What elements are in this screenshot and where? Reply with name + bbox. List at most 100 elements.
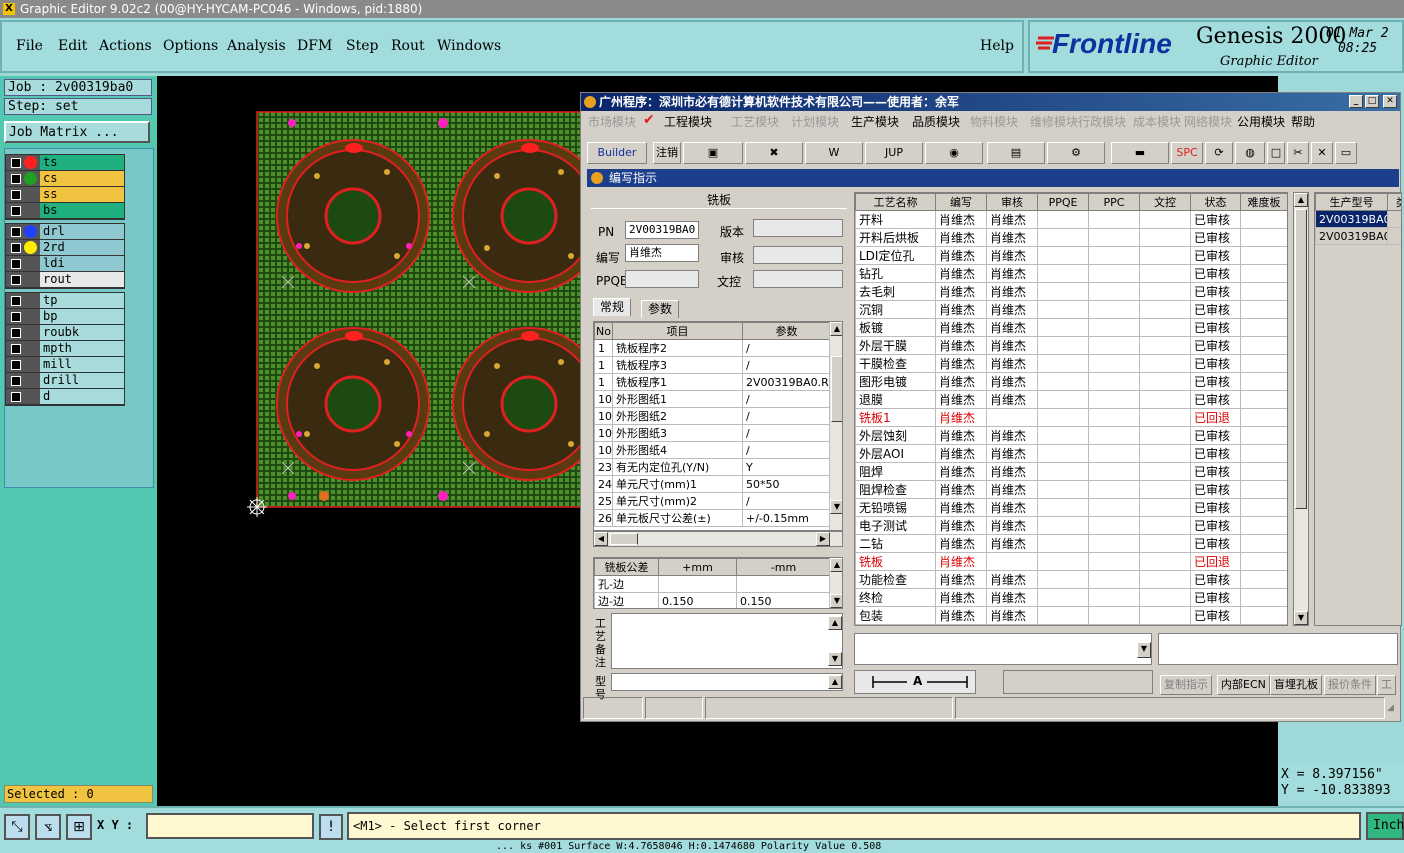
process-cell[interactable] — [1139, 624, 1191, 625]
menu-options[interactable]: Options — [163, 38, 218, 54]
param-row[interactable]: 10 外形图纸1/ — [594, 390, 831, 408]
layer-name[interactable]: tp — [40, 293, 124, 308]
version-field[interactable] — [753, 219, 843, 237]
process-cell[interactable]: 功能检查 — [855, 570, 936, 589]
process-cell[interactable]: 已审核 — [1190, 606, 1241, 625]
param-row[interactable]: 10 外形图纸2/ — [594, 407, 831, 425]
proc-header-name[interactable]: 工艺名称 — [855, 193, 936, 211]
process-cell[interactable]: 成品仓 — [855, 624, 936, 625]
process-cell[interactable] — [1240, 228, 1287, 247]
process-cell[interactable] — [1088, 210, 1140, 229]
model-type-cell[interactable] — [1387, 210, 1401, 228]
process-cell[interactable]: 肖维杰 — [935, 336, 987, 355]
layer-row-roubk[interactable]: roubk — [6, 325, 124, 341]
layer-checkbox[interactable] — [11, 274, 21, 285]
layer-checkbox[interactable] — [11, 242, 21, 253]
process-cell[interactable] — [1088, 498, 1140, 517]
proc-header-ppc[interactable]: PPC — [1088, 193, 1140, 211]
module-12[interactable]: 帮助 — [1291, 113, 1315, 130]
layer-name[interactable]: bs — [40, 203, 124, 218]
process-cell[interactable]: 肖维杰 — [935, 588, 987, 607]
process-cell[interactable] — [1139, 300, 1191, 319]
process-cell[interactable] — [1240, 624, 1287, 625]
proc-header-review[interactable]: 审核 — [986, 193, 1038, 211]
process-cell[interactable]: 外层蚀刻 — [855, 426, 936, 445]
process-cell[interactable]: 肖维杰 — [986, 354, 1038, 373]
process-cell[interactable]: 钻孔 — [855, 264, 936, 283]
process-cell[interactable] — [1037, 390, 1089, 409]
process-cell[interactable]: 板镀 — [855, 318, 936, 337]
process-cell[interactable] — [1088, 426, 1140, 445]
process-cell[interactable]: 阻焊 — [855, 462, 936, 481]
layer-row-drl[interactable]: drl — [6, 224, 124, 240]
tol-row[interactable]: 边-边 0.150 0.150 — [594, 592, 831, 608]
process-cell[interactable] — [1240, 498, 1287, 517]
process-cell[interactable] — [1240, 534, 1287, 553]
process-cell[interactable]: 已回退 — [1190, 552, 1241, 571]
process-cell[interactable]: 已审核 — [1190, 246, 1241, 265]
param-cell[interactable]: 26 — [594, 509, 613, 527]
param-cell[interactable]: 外形图纸3 — [612, 424, 743, 442]
process-cell[interactable] — [1088, 390, 1140, 409]
params-hscroll[interactable]: ◀ ▶ — [593, 531, 843, 547]
process-cell[interactable]: 已审核 — [1190, 228, 1241, 247]
job-matrix-button[interactable]: Job Matrix ... — [4, 121, 150, 143]
delete-icon[interactable]: ✕ — [1311, 142, 1333, 164]
process-cell[interactable] — [1037, 426, 1089, 445]
process-cell[interactable] — [1037, 228, 1089, 247]
menu-step[interactable]: Step — [346, 38, 378, 54]
process-cell[interactable] — [1139, 534, 1191, 553]
param-cell[interactable]: 25 — [594, 492, 613, 510]
process-cell[interactable]: 肖维杰 — [986, 606, 1038, 625]
logout-button[interactable]: 注销 — [653, 142, 681, 164]
process-cell[interactable]: 肖维杰 — [986, 624, 1038, 625]
process-cell[interactable]: 肖维杰 — [986, 498, 1038, 517]
layer-checkbox[interactable] — [11, 359, 21, 370]
xy-input[interactable] — [146, 813, 314, 839]
process-cell[interactable] — [1088, 570, 1140, 589]
process-cell[interactable]: 肖维杰 — [935, 264, 987, 283]
scroll-right-icon[interactable]: ▶ — [816, 532, 830, 546]
process-cell[interactable]: 去毛刺 — [855, 282, 936, 301]
printer-icon[interactable]: ▬ — [1111, 142, 1169, 164]
layer-name[interactable]: drill — [40, 373, 124, 388]
process-cell[interactable] — [1037, 516, 1089, 535]
process-cell[interactable]: 已审核 — [1190, 426, 1241, 445]
process-row[interactable]: 去毛刺 肖维杰 肖维杰 已审核 — [855, 282, 1287, 301]
process-cell[interactable]: 肖维杰 — [986, 336, 1038, 355]
process-row[interactable]: 功能检查 肖维杰 肖维杰 已审核 — [855, 570, 1287, 589]
tol-cell[interactable] — [658, 575, 737, 593]
combo-field[interactable]: ▼ — [854, 633, 1152, 665]
process-row[interactable]: 外层干膜 肖维杰 肖维杰 已审核 — [855, 336, 1287, 355]
units-button[interactable]: Inch — [1366, 812, 1404, 840]
process-cell[interactable] — [1037, 336, 1089, 355]
process-cell[interactable] — [1088, 480, 1140, 499]
tol-cell[interactable] — [736, 575, 831, 593]
process-cell[interactable]: 肖维杰 — [935, 624, 987, 625]
process-cell[interactable] — [1037, 246, 1089, 265]
layer-row-2rd[interactable]: 2rd — [6, 240, 124, 256]
process-cell[interactable]: 肖维杰 — [935, 552, 987, 571]
spc-button[interactable]: SPC — [1171, 142, 1203, 164]
process-cell[interactable]: 外层干膜 — [855, 336, 936, 355]
process-cell[interactable] — [1037, 606, 1089, 625]
process-cell[interactable]: 肖维杰 — [935, 300, 987, 319]
measure-icon[interactable]: ⦪ — [35, 814, 61, 840]
process-cell[interactable]: 肖维杰 — [935, 390, 987, 409]
layer-name[interactable]: ts — [40, 155, 124, 170]
tol-header-name[interactable]: 铣板公差 — [594, 558, 659, 576]
proc-header-writer[interactable]: 编写 — [935, 193, 987, 211]
param-row[interactable]: 26 单元板尺寸公差(±) +/-0.15mm — [594, 509, 831, 527]
type-field[interactable]: ▲ — [611, 673, 843, 691]
process-cell[interactable] — [1139, 372, 1191, 391]
process-cell[interactable]: 肖维杰 — [986, 588, 1038, 607]
menu-dfm[interactable]: DFM — [297, 38, 332, 54]
param-cell[interactable]: 单元尺寸(mm)2 — [612, 492, 743, 510]
process-row[interactable]: 阻焊 肖维杰 肖维杰 已审核 — [855, 462, 1287, 481]
process-cell[interactable]: 已回退 — [1190, 408, 1241, 427]
process-row[interactable]: 无铅喷锡 肖维杰 肖维杰 已审核 — [855, 498, 1287, 517]
param-cell[interactable]: 10 — [594, 390, 613, 408]
quote-conditions-button[interactable]: 报价条件 — [1324, 675, 1376, 695]
param-cell[interactable]: 外形图纸4 — [612, 441, 743, 459]
process-row[interactable]: 外层蚀刻 肖维杰 肖维杰 已审核 — [855, 426, 1287, 445]
